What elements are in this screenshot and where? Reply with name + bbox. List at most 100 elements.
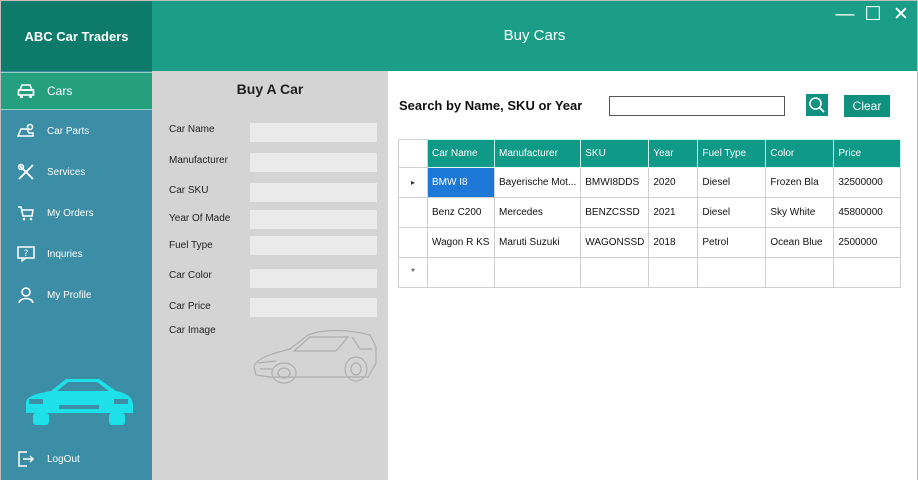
manufacturer-label: Manufacturer [169, 155, 228, 166]
fuel-type-field[interactable] [250, 236, 377, 255]
table-cell[interactable]: Mercedes [493, 197, 582, 228]
table-cell[interactable] [427, 257, 495, 288]
table-row[interactable]: Wagon R KS Maruti Suzuki WAGONSSD 2018 P… [398, 227, 902, 258]
table-cell[interactable]: Maruti Suzuki [493, 227, 582, 258]
table-cell[interactable]: BENZCSSD [580, 197, 650, 228]
sidebar-item-my-profile[interactable]: My Profile [1, 276, 152, 314]
search-label: Search by Name, SKU or Year [399, 98, 583, 113]
table-cell[interactable] [580, 257, 650, 288]
car-price-label: Car Price [169, 301, 211, 312]
car-icon [15, 80, 37, 102]
column-header[interactable]: Price [833, 139, 902, 168]
manufacturer-field[interactable] [250, 153, 377, 172]
app-window: ABC Car Traders Cars Car Parts Services [0, 0, 918, 480]
car-parts-icon [15, 120, 37, 142]
table-cell[interactable]: Ocean Blue [765, 227, 835, 258]
car-sku-field[interactable] [250, 183, 377, 202]
car-image-label: Car Image [169, 325, 216, 336]
search-button[interactable] [806, 94, 828, 116]
column-header[interactable]: Fuel Type [697, 139, 767, 168]
sidebar-item-label: Car Parts [47, 125, 90, 137]
sidebar-item-label: My Orders [47, 207, 94, 219]
logout-label: LogOut [47, 453, 80, 465]
sidebar-item-services[interactable]: Services [1, 153, 152, 191]
table-cell[interactable]: Frozen Bla [765, 167, 835, 198]
car-sku-label: Car SKU [169, 185, 209, 196]
logout-icon [15, 448, 37, 470]
table-cell[interactable] [493, 257, 582, 288]
row-header-corner [398, 139, 428, 168]
minimize-button[interactable]: — [835, 5, 855, 25]
page-title: Buy Cars [503, 27, 566, 44]
row-header[interactable] [398, 227, 428, 258]
table-cell[interactable]: 45800000 [833, 197, 902, 228]
table-cell[interactable]: BMWI8DDS [580, 167, 650, 198]
sidebar-item-car-parts[interactable]: Car Parts [1, 112, 152, 150]
column-header[interactable]: Color [765, 139, 835, 168]
car-color-label: Car Color [169, 270, 212, 281]
column-header[interactable]: Year [648, 139, 699, 168]
table-cell[interactable]: Benz C200 [427, 197, 495, 228]
sidebar-item-label: My Profile [47, 289, 92, 301]
table-cell[interactable] [765, 257, 835, 288]
main-content: Search by Name, SKU or Year Clear Car Na… [388, 71, 917, 480]
clear-button[interactable]: Clear [844, 95, 890, 117]
question-icon: ? [15, 243, 37, 265]
maximize-button[interactable]: ☐ [863, 5, 883, 25]
tools-icon [15, 161, 37, 183]
new-row-indicator[interactable]: * [398, 257, 428, 288]
table-cell[interactable]: 2020 [648, 167, 699, 198]
buy-car-form: Buy A Car Car Name Manufacturer Car SKU … [152, 71, 388, 480]
cars-table[interactable]: Car Name Manufacturer SKU Year Fuel Type… [398, 139, 902, 288]
sidebar-item-my-orders[interactable]: My Orders [1, 194, 152, 232]
car-price-field[interactable] [250, 298, 377, 317]
brand-header: ABC Car Traders [1, 1, 152, 71]
sidebar-item-label: Cars [47, 84, 73, 98]
car-name-label: Car Name [169, 124, 215, 135]
table-cell[interactable]: 2500000 [833, 227, 902, 258]
table-cell[interactable]: WAGONSSD [580, 227, 650, 258]
table-row[interactable]: ▸ BMW I8 Bayerische Mot... BMWI8DDS 2020… [398, 167, 902, 198]
car-color-field[interactable] [250, 269, 377, 288]
table-cell[interactable]: Bayerische Mot... [493, 167, 582, 198]
table-cell[interactable] [833, 257, 902, 288]
car-illustration [26, 379, 133, 425]
search-input[interactable] [609, 96, 785, 116]
new-row[interactable]: * [398, 257, 902, 288]
table-cell[interactable]: BMW I8 [427, 167, 495, 198]
table-cell[interactable]: 2021 [648, 197, 699, 228]
column-header[interactable]: SKU [580, 139, 650, 168]
table-cell[interactable]: Sky White [765, 197, 835, 228]
table-cell[interactable]: Wagon R KS [427, 227, 495, 258]
window-controls: — ☐ ✕ [835, 5, 911, 25]
title-bar: Buy Cars — ☐ ✕ [152, 1, 917, 71]
cart-icon [15, 202, 37, 224]
table-cell[interactable]: 32500000 [833, 167, 902, 198]
sidebar-item-inquiries[interactable]: ? Inquries [1, 235, 152, 273]
year-of-made-label: Year Of Made [169, 213, 231, 224]
table-cell[interactable] [697, 257, 767, 288]
table-cell[interactable]: 2018 [648, 227, 699, 258]
current-row-indicator[interactable]: ▸ [398, 167, 428, 198]
svg-text:?: ? [24, 249, 29, 259]
search-icon [809, 97, 825, 113]
table-cell[interactable] [648, 257, 699, 288]
car-image-placeholder[interactable] [248, 323, 378, 393]
row-header[interactable] [398, 197, 428, 228]
sidebar-item-cars[interactable]: Cars [1, 72, 152, 110]
column-header[interactable]: Manufacturer [493, 139, 582, 168]
brand-name: ABC Car Traders [24, 28, 129, 44]
table-cell[interactable]: Diesel [697, 167, 767, 198]
year-of-made-field[interactable] [250, 210, 377, 229]
sidebar-item-label: Inquries [47, 248, 83, 260]
table-cell[interactable]: Petrol [697, 227, 767, 258]
form-title: Buy A Car [236, 81, 304, 97]
table-row[interactable]: Benz C200 Mercedes BENZCSSD 2021 Diesel … [398, 197, 902, 228]
car-name-field[interactable] [250, 123, 377, 142]
column-header[interactable]: Car Name [427, 139, 495, 168]
logout-button[interactable]: LogOut [1, 440, 152, 478]
table-header-row: Car Name Manufacturer SKU Year Fuel Type… [398, 139, 902, 168]
table-cell[interactable]: Diesel [697, 197, 767, 228]
sidebar: ABC Car Traders Cars Car Parts Services [1, 1, 152, 480]
close-button[interactable]: ✕ [891, 5, 911, 25]
